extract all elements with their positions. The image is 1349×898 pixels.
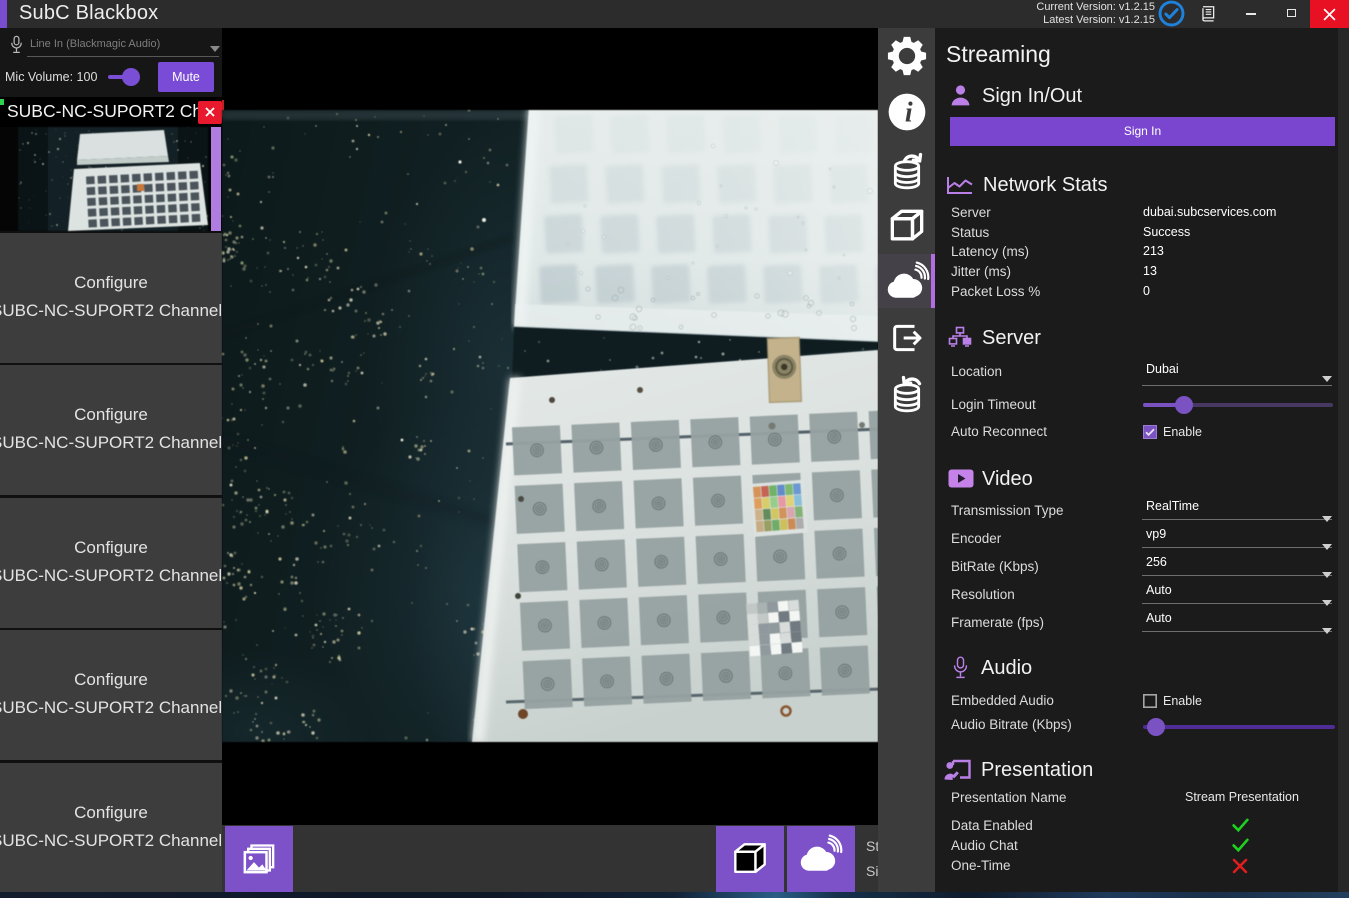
svg-text:i: i	[904, 98, 912, 129]
